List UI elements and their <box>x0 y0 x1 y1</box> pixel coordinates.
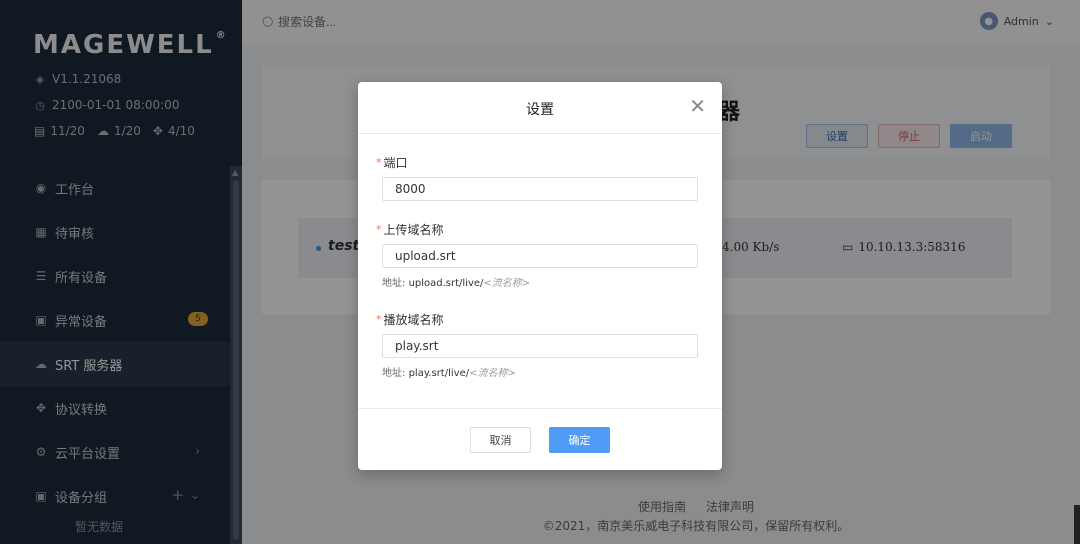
dialog-header: 设置 ✕ <box>358 82 722 134</box>
play-domain-label: * 播放域名称 <box>376 313 444 327</box>
close-icon[interactable]: ✕ <box>689 96 706 116</box>
port-label: * 端口 <box>376 156 408 170</box>
required-mark: * <box>376 156 382 169</box>
upload-domain-label: * 上传域名称 <box>376 223 444 237</box>
play-domain-field[interactable] <box>382 334 698 358</box>
required-mark: * <box>376 223 382 236</box>
dialog-title: 设置 <box>526 102 554 118</box>
upload-domain-field[interactable] <box>382 244 698 268</box>
confirm-button[interactable]: 确定 <box>549 427 610 453</box>
settings-form: *端口 *上传域名称 地址: upload.srt/live/<流名称> *播放… <box>376 154 706 379</box>
cancel-button[interactable]: 取消 <box>470 427 531 453</box>
play-address-hint: 地址: play.srt/live/<流名称> <box>382 368 516 379</box>
required-mark: * <box>376 313 382 326</box>
port-field[interactable] <box>382 177 698 201</box>
settings-dialog: 设置 ✕ *端口 *上传域名称 地址: upload.srt/live/<流名称… <box>358 82 722 470</box>
upload-address-hint: 地址: upload.srt/live/<流名称> <box>382 278 531 289</box>
dialog-footer: 取消 确定 <box>358 408 722 470</box>
